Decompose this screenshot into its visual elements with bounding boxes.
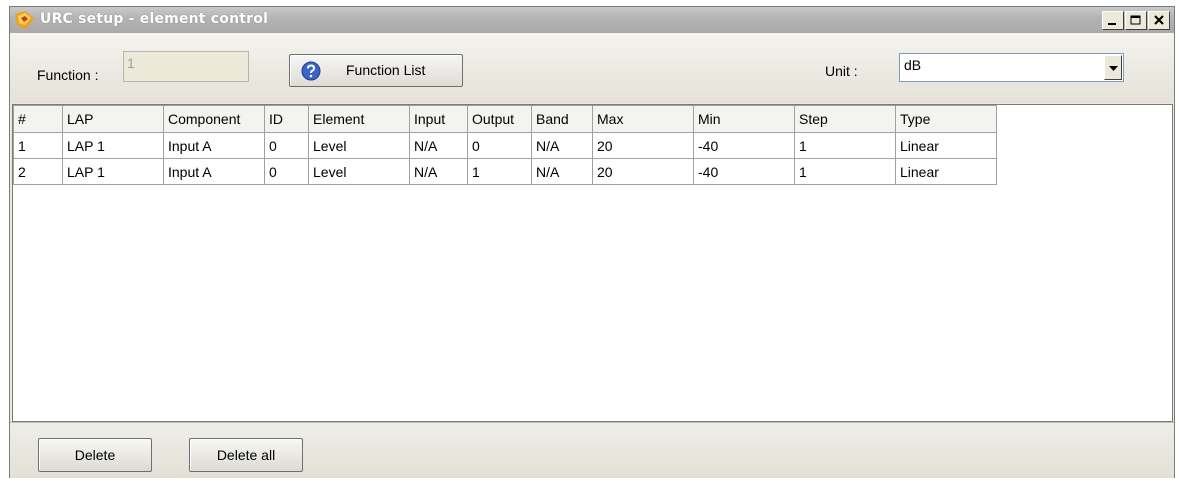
- function-list-label: Function List: [346, 62, 426, 78]
- table-cell[interactable]: N/A: [409, 132, 468, 159]
- table-cell[interactable]: 1: [794, 132, 896, 159]
- maximize-icon: [1130, 15, 1141, 25]
- column-header[interactable]: Min: [693, 105, 795, 133]
- minimize-icon: [1108, 23, 1116, 25]
- column-header[interactable]: Max: [592, 105, 694, 133]
- window-controls: [1101, 11, 1170, 30]
- table-cell[interactable]: -40: [693, 132, 795, 159]
- toolbar: Function : 1 Function List Unit : dB: [10, 33, 1174, 103]
- unit-label: Unit :: [825, 63, 858, 79]
- column-header[interactable]: Step: [794, 105, 896, 133]
- column-header[interactable]: Input: [409, 105, 468, 133]
- table-row[interactable]: 2 LAP 1 Input A 0 Level N/A 1 N/A 20 -40…: [13, 158, 997, 185]
- title-bar[interactable]: URC setup - element control: [10, 7, 1174, 33]
- table-cell[interactable]: Level: [308, 132, 410, 159]
- delete-button[interactable]: Delete: [38, 438, 152, 472]
- function-field: 1: [123, 51, 249, 82]
- app-icon: [15, 11, 34, 29]
- column-header[interactable]: Type: [895, 105, 997, 133]
- table-cell[interactable]: Linear: [895, 158, 997, 185]
- unit-select[interactable]: dB: [899, 53, 1124, 82]
- table-cell[interactable]: 2: [13, 158, 63, 185]
- unit-value: dB: [904, 57, 922, 73]
- close-icon: [1154, 15, 1164, 25]
- table-row[interactable]: 1 LAP 1 Input A 0 Level N/A 0 N/A 20 -40…: [13, 132, 997, 159]
- unit-dropdown-button[interactable]: [1104, 55, 1122, 80]
- column-header[interactable]: Component: [163, 105, 265, 133]
- column-header[interactable]: LAP: [62, 105, 164, 133]
- window-title: URC setup - element control: [40, 11, 269, 27]
- action-bar: Delete Delete all: [10, 422, 1174, 478]
- table-cell[interactable]: 1: [13, 132, 63, 159]
- table-cell[interactable]: LAP 1: [62, 158, 164, 185]
- function-list-button[interactable]: Function List: [289, 54, 463, 87]
- table-cell[interactable]: 0: [467, 132, 532, 159]
- maximize-button[interactable]: [1125, 11, 1147, 30]
- column-header[interactable]: Element: [308, 105, 410, 133]
- table-cell[interactable]: 0: [264, 158, 309, 185]
- table-cell[interactable]: Input A: [163, 158, 265, 185]
- delete-all-button[interactable]: Delete all: [189, 438, 303, 472]
- table-cell[interactable]: Linear: [895, 132, 997, 159]
- table-cell[interactable]: N/A: [531, 132, 593, 159]
- urc-setup-window: URC setup - element control Function : 1…: [9, 6, 1175, 478]
- element-grid[interactable]: # LAP Component ID Element Input Output …: [12, 104, 1173, 422]
- table-header-row: # LAP Component ID Element Input Output …: [13, 105, 997, 133]
- table-cell[interactable]: 20: [592, 132, 694, 159]
- column-header[interactable]: #: [13, 105, 63, 133]
- table-cell[interactable]: 1: [467, 158, 532, 185]
- column-header[interactable]: Output: [467, 105, 532, 133]
- table-cell[interactable]: 1: [794, 158, 896, 185]
- table-cell[interactable]: LAP 1: [62, 132, 164, 159]
- table-cell[interactable]: Input A: [163, 132, 265, 159]
- minimize-button[interactable]: [1102, 11, 1124, 30]
- table-cell[interactable]: -40: [693, 158, 795, 185]
- function-label: Function :: [37, 67, 99, 83]
- table-cell[interactable]: N/A: [409, 158, 468, 185]
- table-cell[interactable]: 20: [592, 158, 694, 185]
- column-header[interactable]: ID: [264, 105, 309, 133]
- help-icon: [301, 61, 321, 81]
- column-header[interactable]: Band: [531, 105, 593, 133]
- element-table: # LAP Component ID Element Input Output …: [13, 105, 997, 185]
- close-button[interactable]: [1148, 11, 1170, 30]
- table-cell[interactable]: N/A: [531, 158, 593, 185]
- dropdown-arrow-icon: [1109, 66, 1118, 71]
- table-cell[interactable]: 0: [264, 132, 309, 159]
- table-cell[interactable]: Level: [308, 158, 410, 185]
